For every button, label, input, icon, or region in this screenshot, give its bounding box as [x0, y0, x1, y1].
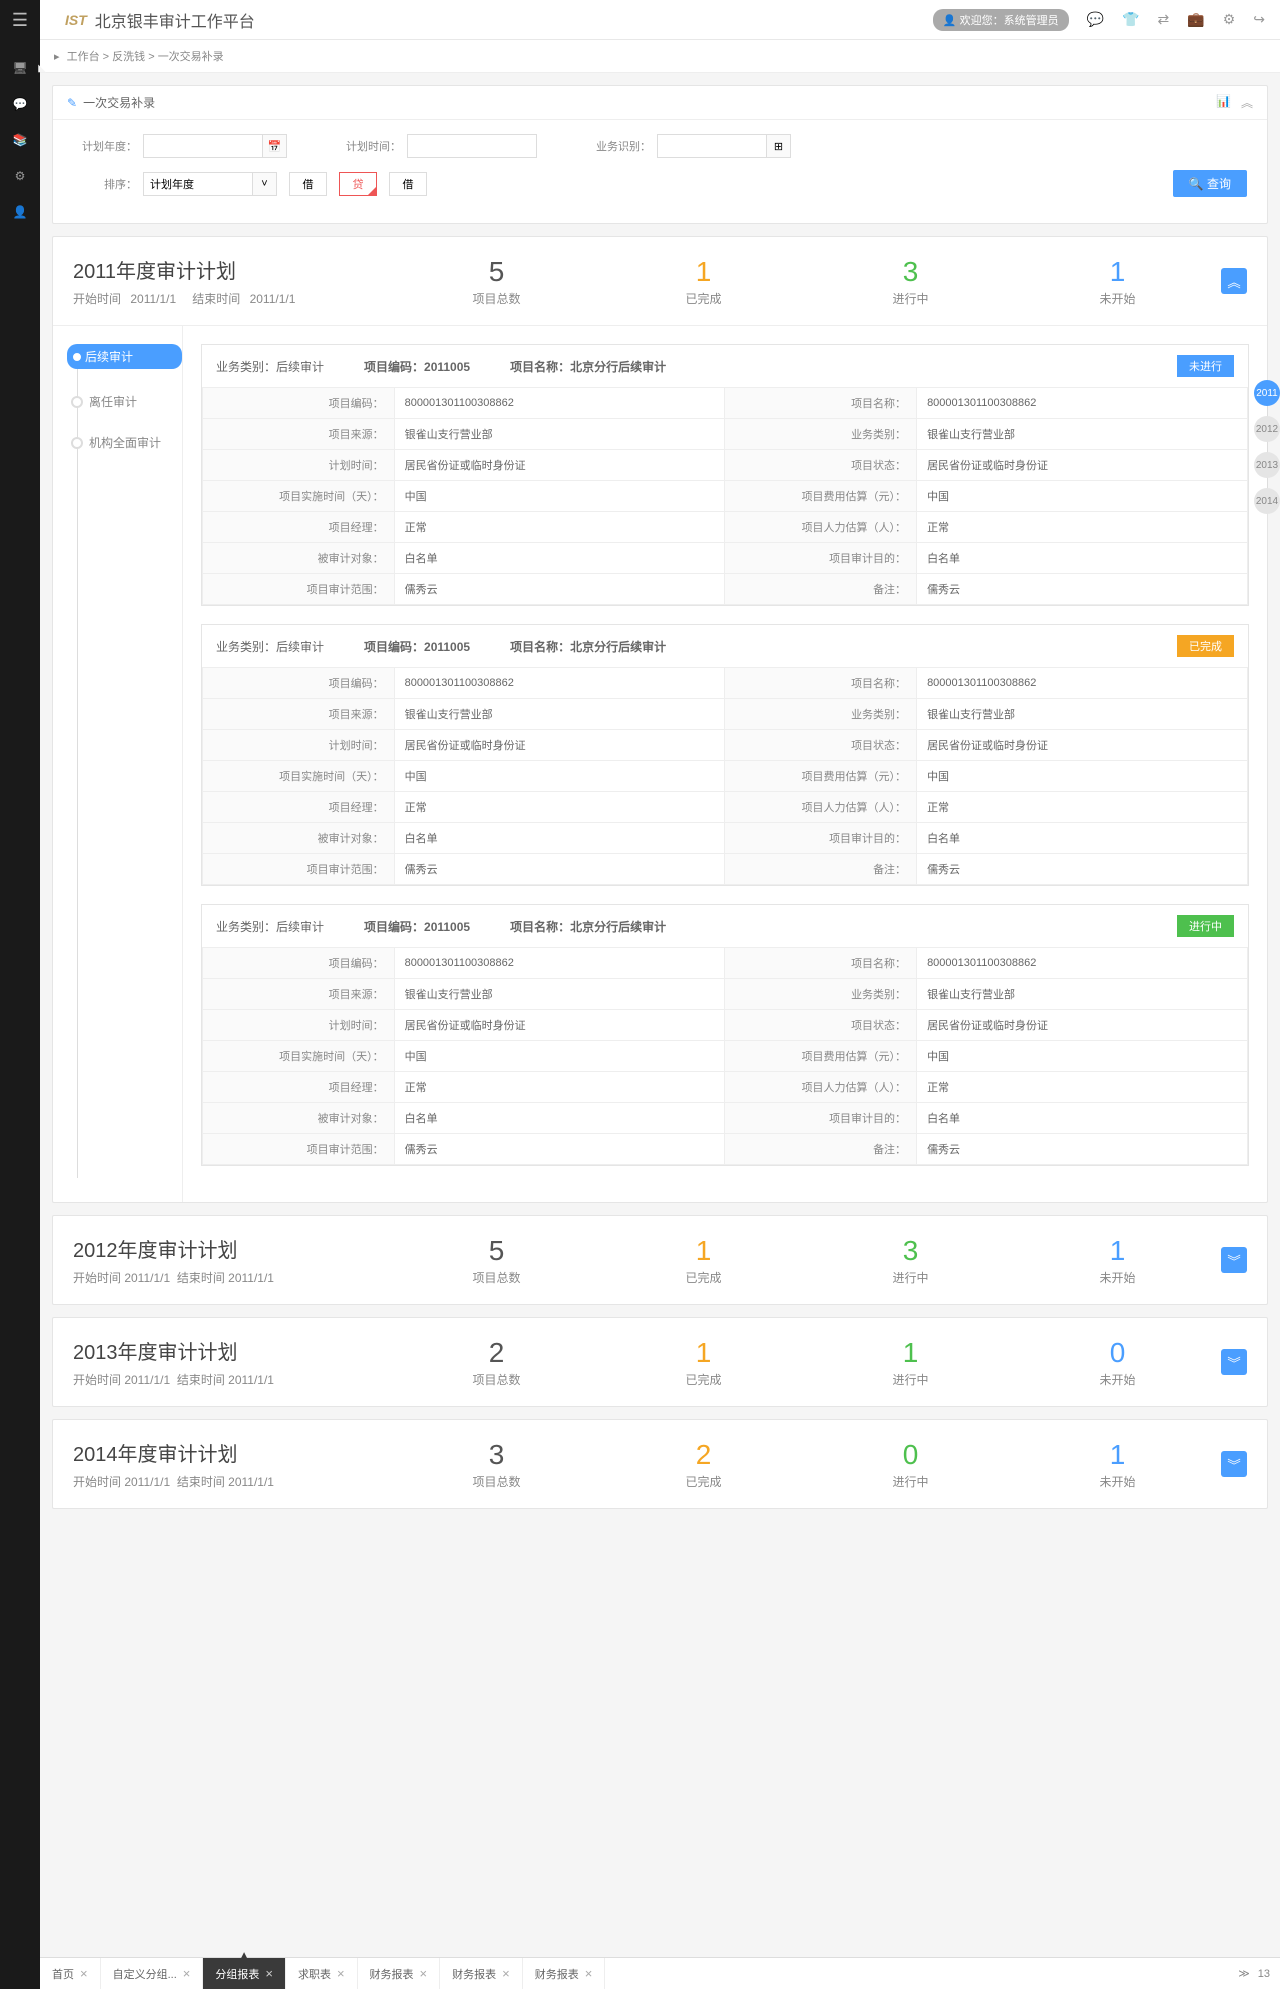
briefcase-icon[interactable]: 💼: [1187, 11, 1204, 28]
btn-debit2[interactable]: 借: [389, 172, 427, 196]
tab-finance3[interactable]: 财务报表×: [523, 1958, 606, 1989]
stat-prog: 3: [807, 256, 1014, 288]
close-icon[interactable]: ×: [265, 1966, 273, 1981]
collapse-button[interactable]: ︽: [1221, 268, 1247, 294]
plan-title: 2014年度审计计划: [73, 1438, 393, 1467]
logo-icon: IST: [65, 12, 87, 28]
year-dot-2014[interactable]: 2014: [1254, 488, 1280, 514]
cat-followup[interactable]: 后续审计: [67, 344, 182, 369]
close-icon[interactable]: ×: [502, 1966, 510, 1981]
year-dot-2012[interactable]: 2012: [1254, 416, 1280, 442]
collapse-icon[interactable]: ︽: [1241, 94, 1253, 111]
close-icon[interactable]: ×: [585, 1966, 593, 1981]
year-dot-2011[interactable]: 2011: [1254, 380, 1280, 406]
tab-resume[interactable]: 求职表×: [286, 1958, 358, 1989]
calendar-icon[interactable]: 📅: [263, 134, 287, 158]
menu-toggle[interactable]: ☰: [0, 0, 40, 40]
panel-title: 一次交易补录: [83, 94, 155, 111]
tab-finance2[interactable]: 财务报表×: [440, 1958, 523, 1989]
search-button[interactable]: 🔍 查询: [1173, 170, 1247, 197]
detail-table: 项目编码：800001301100308862项目名称：800001301100…: [202, 947, 1248, 1165]
close-icon[interactable]: ×: [337, 1966, 345, 1981]
app-title: 北京银丰审计工作平台: [95, 8, 255, 32]
detail-table: 项目编码：800001301100308862项目名称：800001301100…: [202, 387, 1248, 605]
project-card: 业务类别：后续审计 项目编码：2011005 项目名称：北京分行后续审计 已完成…: [201, 624, 1249, 886]
plan-title: 2012年度审计计划: [73, 1234, 393, 1263]
sidebar-item-desktop[interactable]: 🖥: [0, 50, 40, 86]
status-badge: 已完成: [1177, 635, 1234, 657]
project-card: 业务类别：后续审计 项目编码：2011005 项目名称：北京分行后续审计 未进行…: [201, 344, 1249, 606]
plan-title: 2013年度审计计划: [73, 1336, 393, 1365]
stat-pend: 1: [1014, 256, 1221, 288]
gear-icon[interactable]: ⚙: [1223, 11, 1236, 28]
stat-total: 5: [393, 256, 600, 288]
swap-icon[interactable]: ⇄: [1158, 11, 1170, 28]
welcome-badge: 👤 欢迎您：系统管理员: [933, 9, 1069, 31]
plan-dates: 开始时间 2011/1/1 结束时间 2011/1/1: [73, 290, 393, 307]
logo: IST 北京银丰审计工作平台: [65, 8, 255, 32]
lookup-icon[interactable]: ⊞: [767, 134, 791, 158]
input-plan-year[interactable]: [143, 134, 263, 158]
feather-icon: ✎: [67, 96, 77, 110]
cat-full-org[interactable]: 机构全面审计: [71, 434, 182, 451]
btn-debit1[interactable]: 借: [289, 172, 327, 196]
stat-done: 1: [600, 256, 807, 288]
logout-icon[interactable]: ↪: [1253, 11, 1265, 28]
status-badge: 未进行: [1177, 355, 1234, 377]
tab-finance1[interactable]: 财务报表×: [358, 1958, 441, 1989]
close-icon[interactable]: ×: [183, 1966, 191, 1981]
sidebar-item-chat[interactable]: 💬: [0, 86, 40, 122]
sidebar-item-books[interactable]: 📚: [0, 122, 40, 158]
project-card: 业务类别：后续审计 项目编码：2011005 项目名称：北京分行后续审计 进行中…: [201, 904, 1249, 1166]
label-sort: 排序：: [73, 176, 143, 192]
breadcrumb: ▸ 工作台 > 反洗钱 > 一次交易补录: [40, 40, 1280, 73]
dropdown-icon[interactable]: ˅: [253, 172, 277, 196]
input-plan-time[interactable]: [407, 134, 537, 158]
expand-button[interactable]: ︾: [1221, 1247, 1247, 1273]
page-number: 13: [1258, 1968, 1270, 1980]
label-plan-time: 计划时间：: [337, 138, 407, 154]
chat-icon[interactable]: 💬: [1087, 11, 1104, 28]
shirt-icon[interactable]: 👕: [1122, 11, 1139, 28]
label-biz-id: 业务识别：: [587, 138, 657, 154]
input-biz-id[interactable]: [657, 134, 767, 158]
close-icon[interactable]: ×: [80, 1966, 88, 1981]
expand-button[interactable]: ︾: [1221, 1349, 1247, 1375]
expand-button[interactable]: ︾: [1221, 1451, 1247, 1477]
cat-departure[interactable]: 离任审计: [71, 393, 182, 410]
chart-icon[interactable]: 📊: [1216, 94, 1231, 111]
close-icon[interactable]: ×: [420, 1966, 428, 1981]
plan-title: 2011年度审计计划: [73, 255, 393, 284]
input-sort[interactable]: [143, 172, 253, 196]
btn-credit[interactable]: 贷: [339, 172, 377, 196]
status-badge: 进行中: [1177, 915, 1234, 937]
sidebar-item-settings[interactable]: ⚙: [0, 158, 40, 194]
tab-home[interactable]: 首页×: [40, 1958, 101, 1989]
more-icon[interactable]: ≫: [1238, 1967, 1250, 1980]
tab-custom-group[interactable]: 自定义分组...×: [101, 1958, 204, 1989]
tab-group-report[interactable]: 分组报表×: [203, 1958, 286, 1989]
detail-table: 项目编码：800001301100308862项目名称：800001301100…: [202, 667, 1248, 885]
year-dot-2013[interactable]: 2013: [1254, 452, 1280, 478]
label-plan-year: 计划年度：: [73, 138, 143, 154]
sidebar-item-user[interactable]: 👤: [0, 194, 40, 230]
